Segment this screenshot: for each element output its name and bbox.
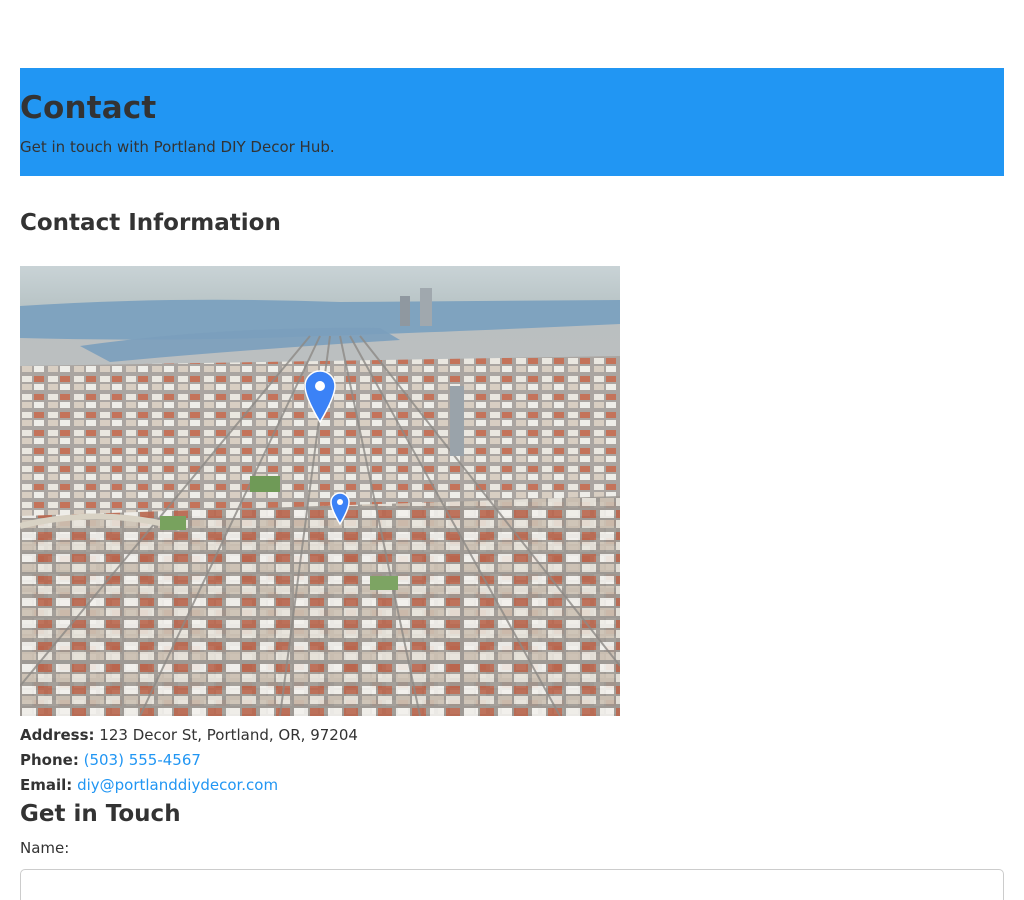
map-svg: [20, 266, 620, 716]
get-in-touch-heading: Get in Touch: [20, 801, 181, 827]
page-header-banner: Contact Get in touch with Portland DIY D…: [20, 68, 1004, 176]
phone-row: Phone: (503) 555-4567: [20, 751, 201, 769]
phone-label: Phone:: [20, 751, 79, 769]
address-value: 123 Decor St, Portland, OR, 97204: [99, 726, 358, 744]
phone-link[interactable]: (503) 555-4567: [84, 751, 201, 769]
address-label: Address:: [20, 726, 95, 744]
contact-information-heading: Contact Information: [20, 210, 281, 236]
email-link[interactable]: diy@portlanddiydecor.com: [77, 776, 278, 794]
email-label: Email:: [20, 776, 73, 794]
page-title: Contact: [20, 90, 157, 126]
name-field-label: Name:: [20, 839, 70, 857]
email-row: Email: diy@portlanddiydecor.com: [20, 776, 278, 794]
page-subtitle: Get in touch with Portland DIY Decor Hub…: [20, 138, 335, 156]
name-input[interactable]: [20, 869, 1004, 900]
location-map-image: [20, 266, 620, 716]
address-row: Address: 123 Decor St, Portland, OR, 972…: [20, 726, 358, 744]
